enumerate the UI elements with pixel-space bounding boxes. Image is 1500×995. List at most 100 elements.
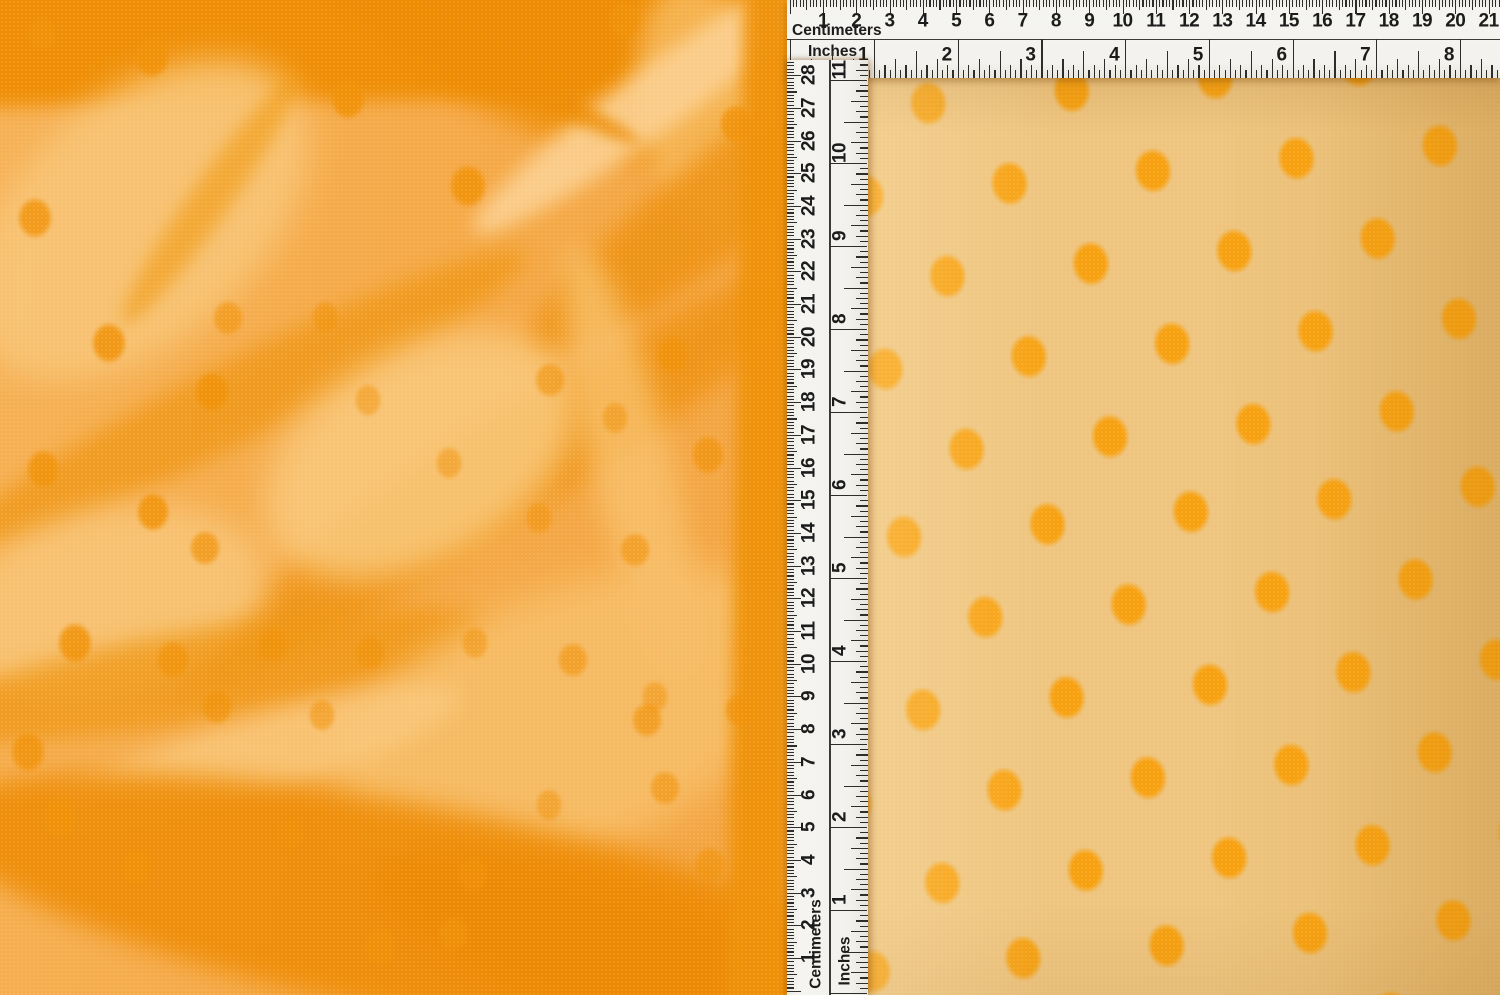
ruler-tick — [787, 778, 797, 779]
polka-dot — [91, 322, 127, 364]
cm-number: 25 — [800, 163, 819, 183]
ruler-tick — [860, 874, 868, 875]
ruler-tick — [787, 62, 794, 63]
ruler-tick — [1193, 70, 1194, 78]
ruler-tick — [787, 811, 797, 812]
ruler-tick — [1439, 59, 1440, 78]
ruler-tick — [806, 0, 807, 10]
cm-number: 8 — [1051, 12, 1061, 31]
ruler-tick — [850, 0, 851, 7]
ruler-tick — [1063, 0, 1064, 7]
ruler-tick — [787, 464, 794, 465]
ruler-tick — [787, 785, 794, 786]
ruler-tick — [787, 366, 794, 367]
ruler-tick — [787, 72, 794, 73]
ruler-tick — [1036, 0, 1037, 7]
ruler-tick — [787, 65, 794, 66]
ruler-tick — [973, 70, 974, 78]
ruler-tick — [1339, 0, 1340, 10]
ruler-tick — [860, 832, 868, 833]
ruler-tick — [816, 0, 817, 7]
ruler-tick — [787, 513, 794, 514]
ruler-tick — [900, 0, 901, 7]
ruler-tick — [959, 0, 960, 7]
ruler-tick — [860, 116, 868, 117]
ruler-tick — [1340, 70, 1341, 78]
swatch-shading — [868, 78, 1500, 995]
ruler-tick — [856, 90, 868, 91]
ruler-tick — [787, 121, 794, 122]
ruler-tick — [856, 339, 868, 340]
ruler-tick — [933, 0, 934, 7]
cm-number: 17 — [1345, 12, 1365, 31]
ruler-tick — [1332, 0, 1333, 7]
ruler-tick — [1266, 70, 1267, 78]
ruler-tick — [1199, 0, 1200, 7]
ruler-tick — [860, 801, 868, 802]
ruler-tick — [1379, 0, 1380, 7]
ruler-tick — [860, 645, 868, 646]
ruler-tick — [787, 742, 794, 743]
ruler-tick — [830, 163, 867, 164]
ruler-tick — [787, 562, 794, 563]
ruler-tick — [860, 977, 868, 978]
ruler-tick — [787, 170, 794, 171]
ruler-tick — [787, 484, 797, 485]
ruler-tick — [787, 265, 794, 266]
ruler-tick — [1036, 70, 1037, 78]
ruler-tick — [1491, 65, 1492, 78]
ruler-tick — [787, 556, 794, 557]
polka-dot — [257, 627, 288, 663]
cm-number: 3 — [885, 12, 895, 31]
ruler-tick — [876, 0, 877, 7]
ruler-tick — [826, 0, 827, 7]
ruler-tick — [787, 311, 794, 312]
ruler-tick — [1334, 51, 1335, 78]
ruler-tick — [851, 682, 868, 683]
ruler-tick — [851, 972, 868, 973]
ruler-tick — [1177, 65, 1178, 78]
ruler-tick — [787, 798, 794, 799]
ruler-tick — [787, 360, 794, 361]
cm-number: 24 — [800, 196, 819, 216]
ruler-tick — [879, 70, 880, 78]
ruler-tick — [851, 557, 868, 558]
polka-dot — [449, 164, 487, 209]
ruler-tick — [942, 70, 943, 78]
ruler-tick — [851, 101, 868, 102]
ruler-tick — [1119, 0, 1120, 7]
ruler-tick — [787, 190, 797, 191]
vertical-ruler: 2827262524232221201918171615141312111098… — [787, 60, 868, 995]
ruler-tick — [860, 957, 868, 958]
ruler-tick — [1109, 0, 1110, 7]
ruler-tick — [1088, 70, 1089, 78]
ruler-tick — [787, 386, 797, 387]
ruler-tick — [926, 0, 927, 7]
ruler-tick — [856, 858, 868, 859]
cm-number: 22 — [800, 261, 819, 281]
ruler-tick — [787, 700, 794, 701]
ruler-tick — [860, 158, 868, 159]
ruler-tick — [787, 497, 794, 498]
ruler-tick — [787, 984, 794, 985]
cm-number: 23 — [800, 229, 819, 249]
ruler-tick — [1073, 0, 1074, 10]
ruler-tick — [787, 530, 794, 531]
ruler-tick — [787, 458, 794, 459]
cm-number: 8 — [800, 724, 819, 734]
ruler-tick — [860, 85, 868, 86]
inch-number: 7 — [831, 397, 850, 407]
ruler-tick — [1212, 0, 1213, 7]
ruler-tick — [856, 298, 868, 299]
ruler-tick — [1369, 0, 1370, 7]
ruler-tick — [1376, 39, 1377, 79]
ruler-tick — [874, 39, 875, 79]
ruler-tick — [787, 134, 794, 135]
ruler-tick — [787, 150, 794, 151]
ruler-tick — [1296, 0, 1297, 7]
ruler-tick — [856, 651, 868, 652]
ruler-tick — [900, 70, 901, 78]
ruler-tick — [856, 879, 868, 880]
ruler-tick — [787, 683, 794, 684]
ruler-tick — [787, 281, 794, 282]
